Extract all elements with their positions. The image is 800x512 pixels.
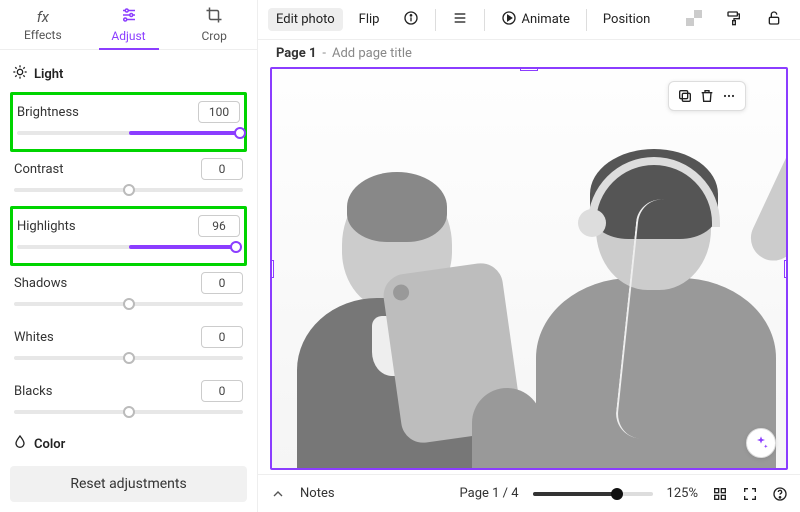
contrast-label: Contrast: [14, 162, 64, 177]
magic-button[interactable]: [746, 428, 776, 458]
whites-slider[interactable]: [14, 356, 243, 360]
tab-effects[interactable]: fx Effects: [0, 0, 86, 49]
contextual-toolbar: Edit photo Flip Animate Position: [258, 0, 800, 40]
page-strip: Page 1 - Add page title: [258, 40, 800, 67]
shadows-value-input[interactable]: 0: [201, 272, 243, 294]
tab-adjust[interactable]: Adjust: [86, 0, 172, 49]
blacks-thumb[interactable]: [123, 406, 135, 418]
whites-thumb[interactable]: [123, 352, 135, 364]
droplet-icon: [12, 434, 28, 454]
separator: [435, 9, 436, 31]
copy-style-button[interactable]: [718, 6, 750, 34]
adjust-panel: Light Brightness 100 Contrast 0 Highligh…: [0, 50, 257, 456]
align-icon: [452, 10, 468, 30]
lock-open-icon: [766, 10, 782, 30]
section-light: Light: [12, 64, 247, 84]
adjust-sidebar: fx Effects Adjust Crop Light Brightness …: [0, 0, 258, 512]
separator: [586, 9, 587, 31]
floating-element-toolbar: [668, 81, 746, 111]
highlights-value-input[interactable]: 96: [198, 215, 240, 237]
page-counter[interactable]: Page 1 / 4: [460, 486, 519, 501]
animate-button[interactable]: Animate: [493, 6, 577, 34]
position-button[interactable]: Position: [595, 8, 658, 31]
sliders-icon: [120, 6, 138, 27]
transparency-button[interactable]: [678, 6, 710, 34]
tab-label: Adjust: [111, 29, 145, 43]
duplicate-button[interactable]: [677, 88, 693, 104]
transparency-icon: [686, 10, 702, 30]
section-color: Color: [12, 434, 247, 454]
editor-footer: Notes Page 1 / 4 125%: [258, 474, 800, 512]
section-label: Color: [34, 437, 65, 452]
edit-photo-button[interactable]: Edit photo: [268, 8, 343, 31]
control-contrast: Contrast 0: [10, 152, 247, 206]
tab-label: Crop: [202, 29, 227, 43]
fx-icon: fx: [37, 8, 49, 26]
shadows-thumb[interactable]: [123, 298, 135, 310]
reset-adjustments-button[interactable]: Reset adjustments: [10, 466, 247, 502]
shadows-label: Shadows: [14, 276, 67, 291]
delete-button[interactable]: [699, 88, 715, 104]
control-shadows: Shadows 0: [10, 266, 247, 320]
zoom-thumb[interactable]: [611, 488, 623, 500]
shadows-slider[interactable]: [14, 302, 243, 306]
play-icon: [501, 10, 517, 30]
control-brightness: Brightness 100: [10, 92, 247, 152]
editor-main: Edit photo Flip Animate Position Page 1 …: [258, 0, 800, 512]
grid-view-button[interactable]: [712, 486, 728, 502]
whites-label: Whites: [14, 330, 54, 345]
fullscreen-button[interactable]: [742, 486, 758, 502]
zoom-label[interactable]: 125%: [667, 486, 698, 501]
separator: [484, 9, 485, 31]
brightness-slider[interactable]: [17, 131, 240, 135]
info-icon: [403, 10, 419, 30]
info-button[interactable]: [395, 6, 427, 34]
photo-prop-case: [472, 388, 542, 470]
highlights-thumb[interactable]: [230, 241, 242, 253]
lock-button[interactable]: [758, 6, 790, 34]
resize-handle-left[interactable]: [270, 260, 274, 278]
chevron-up-icon[interactable]: [270, 486, 286, 502]
contrast-thumb[interactable]: [123, 184, 135, 196]
selected-image[interactable]: [270, 67, 788, 470]
brightness-thumb[interactable]: [234, 127, 246, 139]
tab-label: Effects: [24, 28, 62, 42]
zoom-slider[interactable]: [533, 492, 653, 496]
page-label: Page 1: [276, 46, 316, 61]
brightness-value-input[interactable]: 100: [198, 101, 240, 123]
blacks-slider[interactable]: [14, 410, 243, 414]
section-label: Light: [34, 67, 63, 82]
blacks-label: Blacks: [14, 384, 52, 399]
control-highlights: Highlights 96: [10, 206, 247, 266]
zoom-fill: [533, 492, 617, 496]
crop-icon: [205, 6, 223, 27]
brightness-label: Brightness: [17, 105, 79, 120]
sidebar-tabs: fx Effects Adjust Crop: [0, 0, 257, 50]
sun-icon: [12, 64, 28, 84]
resize-handle-top[interactable]: [520, 67, 538, 71]
highlights-label: Highlights: [17, 219, 76, 234]
tab-crop[interactable]: Crop: [171, 0, 257, 49]
blacks-value-input[interactable]: 0: [201, 380, 243, 402]
canvas-area: [258, 67, 800, 474]
more-button[interactable]: [721, 88, 737, 104]
contrast-value-input[interactable]: 0: [201, 158, 243, 180]
flip-button[interactable]: Flip: [351, 8, 388, 31]
animate-label: Animate: [521, 12, 569, 27]
help-button[interactable]: [772, 486, 788, 502]
control-whites: Whites 0: [10, 320, 247, 374]
resize-handle-right[interactable]: [784, 260, 788, 278]
page-sep: -: [322, 46, 326, 61]
highlights-slider[interactable]: [17, 245, 240, 249]
whites-value-input[interactable]: 0: [201, 326, 243, 348]
page-title-input[interactable]: Add page title: [332, 46, 412, 61]
align-button[interactable]: [444, 6, 476, 34]
contrast-slider[interactable]: [14, 188, 243, 192]
paint-roller-icon: [726, 10, 742, 30]
notes-button[interactable]: Notes: [300, 486, 335, 501]
control-blacks: Blacks 0: [10, 374, 247, 428]
